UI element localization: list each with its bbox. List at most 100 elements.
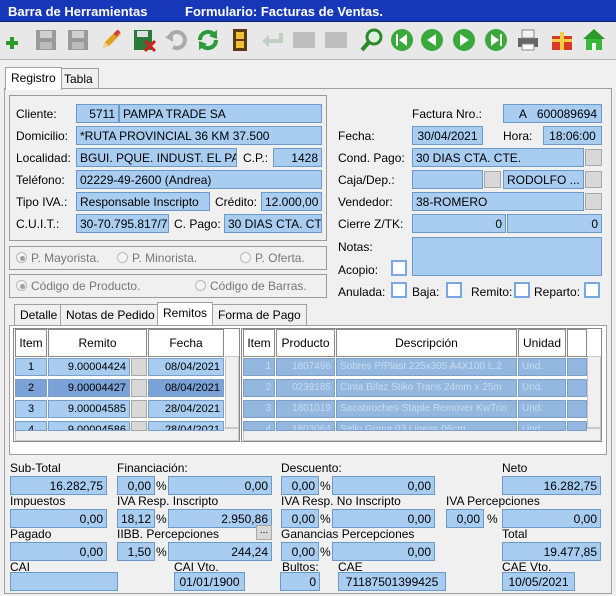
save-button[interactable] xyxy=(32,25,60,55)
productos-row-unidad[interactable]: Und. xyxy=(518,400,566,418)
bultos-field[interactable]: 0 xyxy=(280,572,320,591)
remitos-row-remito[interactable]: 9.00004585 xyxy=(48,400,130,418)
undo-button[interactable] xyxy=(162,25,190,55)
cae-vto-field[interactable]: 10/05/2021 xyxy=(502,572,575,591)
productos-vscrollbar[interactable] xyxy=(587,356,601,428)
tipo-iva-field[interactable]: Responsable Inscripto xyxy=(76,192,210,211)
acopio-checkbox[interactable] xyxy=(391,260,407,276)
radio-mayorista[interactable]: P. Mayorista. xyxy=(16,251,99,265)
iibb-value-field[interactable]: 244,24 xyxy=(168,542,272,561)
productos-row-extra[interactable] xyxy=(567,400,587,418)
cuit-field[interactable]: 30-70.795.817/7 xyxy=(76,214,169,233)
productos-row-producto[interactable]: 1803064 xyxy=(276,421,335,431)
ganancias-value-field[interactable]: 0,00 xyxy=(332,542,435,561)
print-button[interactable] xyxy=(514,25,542,55)
productos-row-descripcion[interactable]: Cinta Bifaz Stiko Trans 24mm x 25m xyxy=(336,379,517,397)
first-button[interactable] xyxy=(388,25,416,55)
productos-header-item[interactable]: Item xyxy=(243,329,275,357)
remitos-row-button[interactable] xyxy=(131,421,147,431)
edit-button[interactable] xyxy=(97,25,125,55)
remito-checkbox[interactable] xyxy=(514,282,530,298)
financiacion-value-field[interactable]: 0,00 xyxy=(168,476,272,495)
productos-row-item[interactable]: 2 xyxy=(243,379,275,397)
anulada-checkbox[interactable] xyxy=(391,282,407,298)
save-as-button[interactable] xyxy=(64,25,92,55)
descuento-value-field[interactable]: 0,00 xyxy=(332,476,435,495)
cliente-name-field[interactable]: PAMPA TRADE SA xyxy=(119,104,322,123)
remitos-row-item[interactable]: 2 xyxy=(15,379,47,397)
vendedor-field[interactable]: 38-ROMERO xyxy=(412,192,584,211)
remitos-row-item[interactable]: 4 xyxy=(15,421,47,431)
iva-perc-value-field[interactable]: 0,00 xyxy=(502,509,601,528)
productos-row-unidad[interactable]: Und. xyxy=(518,421,566,431)
remitos-row-fecha[interactable]: 28/04/2021 xyxy=(148,400,224,418)
remitos-row-fecha[interactable]: 28/04/2021 xyxy=(148,421,224,431)
telefono-field[interactable]: 02229-49-2600 (Andrea) xyxy=(76,170,322,189)
productos-row-item[interactable]: 4 xyxy=(243,421,275,431)
iva-perc-pct-field[interactable]: 0,00 xyxy=(446,509,484,528)
home-button[interactable] xyxy=(580,25,608,55)
iva-rni-value-field[interactable]: 0,00 xyxy=(332,509,435,528)
refresh-button[interactable] xyxy=(194,25,222,55)
remitos-row-button[interactable] xyxy=(131,358,147,376)
productos-row-extra[interactable] xyxy=(567,379,587,397)
radio-minorista[interactable]: P. Minorista. xyxy=(117,251,197,265)
cai-vto-field[interactable]: 01/01/1900 xyxy=(174,572,245,591)
productos-row-descripcion[interactable]: Sacabroches-Staple Remover KwTrio xyxy=(336,400,517,418)
remitos-row-item[interactable]: 1 xyxy=(15,358,47,376)
remitos-row-button[interactable] xyxy=(131,400,147,418)
productos-row-extra[interactable] xyxy=(567,421,587,431)
remitos-header-remito[interactable]: Remito xyxy=(48,329,147,357)
tab-tabla[interactable]: Tabla xyxy=(58,68,99,90)
cpago-field[interactable]: 30 DIAS CTA. CTE xyxy=(224,214,322,233)
cierre-field-2[interactable]: 0 xyxy=(507,214,602,233)
cp-field[interactable]: 1428 xyxy=(273,148,322,167)
prev-button[interactable] xyxy=(418,25,446,55)
gift-button[interactable] xyxy=(548,25,576,55)
notas-field[interactable] xyxy=(412,237,602,276)
tab-forma-pago[interactable]: Forma de Pago xyxy=(212,304,307,326)
caja-field[interactable] xyxy=(412,170,483,189)
productos-header-extra[interactable] xyxy=(567,329,587,357)
cond-pago-field[interactable]: 30 DIAS CTA. CTE. xyxy=(412,148,584,167)
productos-row-descripcion[interactable]: Sobres P/Plast 225x305 A4X100 L.2 xyxy=(336,358,517,376)
add-button[interactable] xyxy=(2,25,30,55)
domicilio-field[interactable]: *RUTA PROVINCIAL 36 KM 37.500 xyxy=(76,126,322,145)
search-button[interactable] xyxy=(358,25,386,55)
productos-row-item[interactable]: 1 xyxy=(243,358,275,376)
disabled-button[interactable] xyxy=(290,25,318,55)
radio-codigo-barras[interactable]: Código de Barras. xyxy=(195,279,307,293)
remitos-row-remito[interactable]: 9.00004586 xyxy=(48,421,130,431)
productos-row-unidad[interactable]: Und. xyxy=(518,358,566,376)
ganancias-pct-field[interactable]: 0,00 xyxy=(281,542,319,561)
productos-header-producto[interactable]: Producto xyxy=(276,329,335,357)
tab-notas-pedido[interactable]: Notas de Pedido xyxy=(60,304,161,326)
iva-ri-pct-field[interactable]: 18,12 xyxy=(117,509,155,528)
descuento-pct-field[interactable]: 0,00 xyxy=(281,476,319,495)
baja-checkbox[interactable] xyxy=(446,282,462,298)
financiacion-pct-field[interactable]: 0,00 xyxy=(117,476,155,495)
hora-field[interactable]: 18:06:00 xyxy=(543,126,602,145)
fecha-field[interactable]: 30/04/2021 xyxy=(412,126,483,145)
productos-row-extra[interactable] xyxy=(567,358,587,376)
tab-remitos[interactable]: Remitos xyxy=(157,302,214,325)
remitos-row-button[interactable] xyxy=(131,379,147,397)
cond-pago-dropdown-button[interactable] xyxy=(585,149,602,166)
radio-oferta[interactable]: P. Oferta. xyxy=(240,251,305,265)
remitos-header-fecha[interactable]: Fecha xyxy=(148,329,224,357)
remitos-row-remito[interactable]: 9.00004427 xyxy=(48,379,130,397)
radio-codigo-producto[interactable]: Código de Producto. xyxy=(16,279,140,293)
vendedor-dropdown-button[interactable] xyxy=(585,193,602,210)
cae-field[interactable]: 71187501399425 xyxy=(338,572,446,591)
last-button[interactable] xyxy=(482,25,510,55)
reparto-checkbox[interactable] xyxy=(584,282,600,298)
remitos-vscrollbar[interactable] xyxy=(225,356,239,428)
return-button[interactable] xyxy=(258,25,286,55)
cai-field[interactable] xyxy=(10,572,118,591)
remitos-row-fecha[interactable]: 08/04/2021 xyxy=(148,358,224,376)
disabled-button-2[interactable] xyxy=(322,25,350,55)
localidad-field[interactable]: BGUI. PQUE. INDUST. EL PA xyxy=(76,148,237,167)
productos-row-unidad[interactable]: Und. xyxy=(518,379,566,397)
iibb-pct-field[interactable]: 1,50 xyxy=(117,542,155,561)
caja-dropdown-button[interactable] xyxy=(484,171,501,188)
